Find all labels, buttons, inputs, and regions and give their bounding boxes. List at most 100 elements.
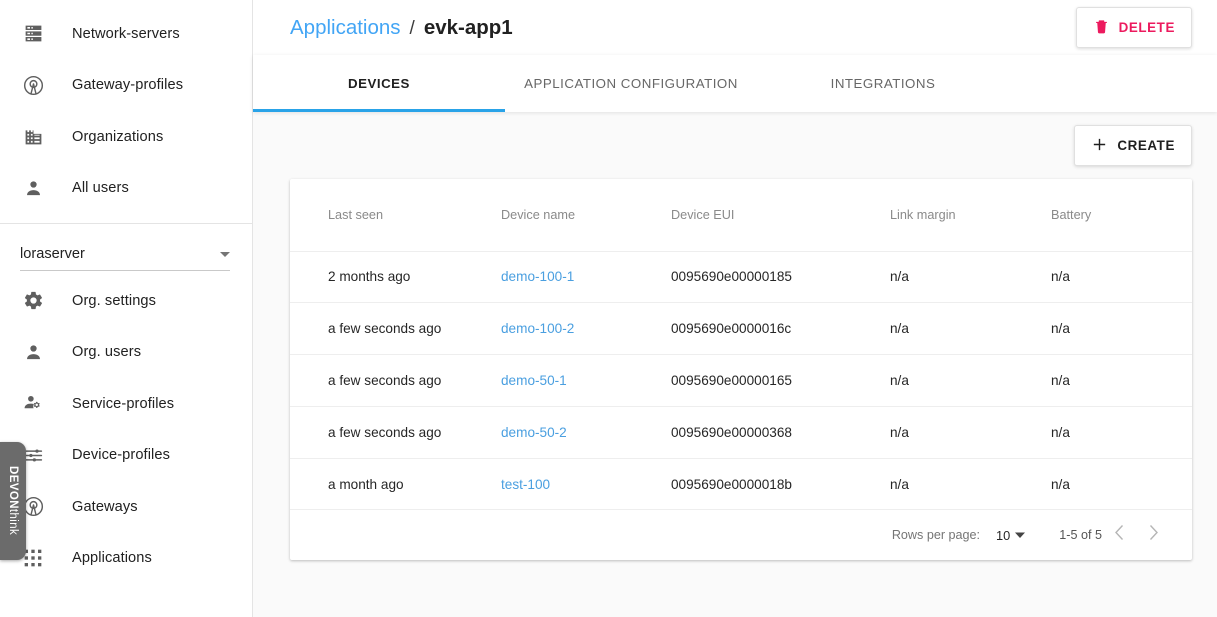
breadcrumb-separator: / [409, 17, 415, 39]
delete-button-label: DELETE [1118, 20, 1175, 35]
cell-battery: n/a [1051, 406, 1192, 459]
breadcrumb-link-applications[interactable]: Applications [290, 16, 401, 40]
sidebar-item-device-profiles[interactable]: Device-profiles [0, 430, 252, 482]
sidebar-item-label: Network-servers [72, 25, 180, 42]
main-content: Applications / evk-app1 DELETE DEVICES A… [253, 0, 1217, 617]
breadcrumb: Applications / evk-app1 [290, 16, 513, 40]
chevron-left-icon [1114, 524, 1125, 547]
chevron-down-icon [220, 251, 230, 257]
cell-link-margin: n/a [890, 354, 1051, 407]
trash-icon [1093, 18, 1110, 38]
table-head: Last seen Device name Device EUI Link ma… [290, 179, 1192, 252]
column-header-battery: Battery [1051, 179, 1192, 252]
create-button[interactable]: CREATE [1074, 125, 1192, 166]
device-link[interactable]: demo-100-1 [501, 269, 574, 284]
person-gear-icon [16, 393, 50, 414]
table-row[interactable]: 2 months ago demo-100-1 0095690e00000185… [290, 251, 1192, 304]
tab-bar: DEVICES APPLICATION CONFIGURATION INTEGR… [253, 55, 1217, 112]
cell-battery: n/a [1051, 251, 1192, 304]
cell-device-eui: 0095690e00000185 [671, 251, 890, 304]
tab-label: INTEGRATIONS [830, 76, 936, 91]
delete-button[interactable]: DELETE [1075, 7, 1192, 48]
sidebar-org-nav: Org. settings Org. users Service-profile… [0, 271, 252, 584]
page-header: Applications / evk-app1 DELETE [253, 0, 1217, 55]
gear-icon [16, 290, 50, 311]
pagination-next-button[interactable] [1136, 518, 1170, 552]
device-link[interactable]: demo-50-2 [501, 425, 567, 440]
table-row[interactable]: a few seconds ago demo-50-1 0095690e0000… [290, 354, 1192, 407]
cell-device-eui: 0095690e0000018b [671, 458, 890, 511]
pagination: Rows per page: 10 1-5 of 5 [290, 510, 1192, 560]
sidebar-item-service-profiles[interactable]: Service-profiles [0, 378, 252, 430]
page-title: evk-app1 [423, 15, 513, 39]
sidebar: Network-servers Gateway-profiles Organiz… [0, 0, 253, 617]
sidebar-item-network-servers[interactable]: Network-servers [0, 8, 252, 60]
sidebar-global-nav: Network-servers Gateway-profiles Organiz… [0, 0, 252, 224]
cell-link-margin: n/a [890, 406, 1051, 459]
sidebar-item-label: Applications [72, 550, 152, 567]
person-icon [16, 342, 50, 363]
sidebar-item-label: Device-profiles [72, 447, 171, 464]
cell-link-margin: n/a [890, 251, 1051, 304]
sidebar-item-org-users[interactable]: Org. users [0, 327, 252, 379]
tab-label: APPLICATION CONFIGURATION [524, 76, 738, 91]
device-link[interactable]: test-100 [501, 477, 550, 492]
devonthink-side-tab[interactable]: DEVONthink [0, 442, 26, 560]
antenna-icon [16, 74, 50, 97]
create-button-label: CREATE [1117, 138, 1175, 153]
cell-device-eui: 0095690e0000016c [671, 302, 890, 356]
cell-link-margin: n/a [890, 458, 1051, 511]
table-body: 2 months ago demo-100-1 0095690e00000185… [290, 251, 1192, 511]
rows-per-page-value: 10 [996, 527, 1011, 543]
sidebar-item-applications[interactable]: Applications [0, 533, 252, 585]
chevron-right-icon [1148, 524, 1159, 547]
sidebar-item-gateway-profiles[interactable]: Gateway-profiles [0, 60, 252, 112]
column-header-last-seen: Last seen [290, 179, 501, 252]
column-header-device-name: Device name [501, 179, 671, 252]
chevron-down-icon [1015, 528, 1026, 543]
cell-device-name: demo-50-2 [501, 406, 671, 459]
device-link[interactable]: demo-50-1 [501, 373, 567, 388]
sidebar-item-org-settings[interactable]: Org. settings [0, 275, 252, 327]
sidebar-item-label: Org. settings [72, 292, 157, 309]
devonthink-label: DEVONthink [7, 466, 19, 536]
application-root: Network-servers Gateway-profiles Organiz… [0, 0, 1217, 617]
sidebar-item-label: Org. users [72, 344, 142, 361]
table-row[interactable]: a few seconds ago demo-100-2 0095690e000… [290, 302, 1192, 356]
devices-card: Last seen Device name Device EUI Link ma… [290, 179, 1192, 561]
cell-last-seen: 2 months ago [290, 251, 501, 304]
tab-integrations[interactable]: INTEGRATIONS [757, 55, 1009, 112]
cell-device-name: demo-100-1 [501, 251, 671, 304]
building-icon [16, 126, 50, 147]
organization-select[interactable]: loraserver [20, 246, 230, 271]
cell-battery: n/a [1051, 302, 1192, 356]
cell-device-name: demo-100-2 [501, 302, 671, 356]
person-icon [16, 178, 50, 199]
table-header-row: Last seen Device name Device EUI Link ma… [290, 179, 1192, 252]
plus-icon [1091, 136, 1108, 156]
cell-device-eui: 0095690e00000368 [671, 406, 890, 459]
column-header-device-eui: Device EUI [671, 179, 890, 252]
pagination-prev-button[interactable] [1102, 518, 1136, 552]
table-row[interactable]: a month ago test-100 0095690e0000018b n/… [290, 458, 1192, 511]
cell-last-seen: a few seconds ago [290, 406, 501, 459]
cell-link-margin: n/a [890, 302, 1051, 356]
organization-name: loraserver [20, 246, 85, 262]
cell-battery: n/a [1051, 354, 1192, 407]
sidebar-item-organizations[interactable]: Organizations [0, 111, 252, 163]
sidebar-item-label: Gateways [72, 498, 138, 515]
table-row[interactable]: a few seconds ago demo-50-2 0095690e0000… [290, 406, 1192, 459]
sidebar-item-label: Service-profiles [72, 395, 175, 412]
rows-per-page-select[interactable]: 10 [996, 527, 1026, 543]
sidebar-item-gateways[interactable]: Gateways [0, 481, 252, 533]
server-stack-icon [16, 23, 50, 44]
sidebar-item-label: All users [72, 180, 129, 197]
tab-devices[interactable]: DEVICES [253, 55, 505, 112]
cell-device-name: demo-50-1 [501, 354, 671, 407]
device-link[interactable]: demo-100-2 [501, 321, 574, 336]
tab-application-configuration[interactable]: APPLICATION CONFIGURATION [505, 55, 757, 112]
tab-label: DEVICES [348, 76, 410, 91]
sidebar-item-all-users[interactable]: All users [0, 163, 252, 215]
sidebar-divider [0, 223, 252, 224]
sidebar-item-label: Gateway-profiles [72, 77, 184, 94]
